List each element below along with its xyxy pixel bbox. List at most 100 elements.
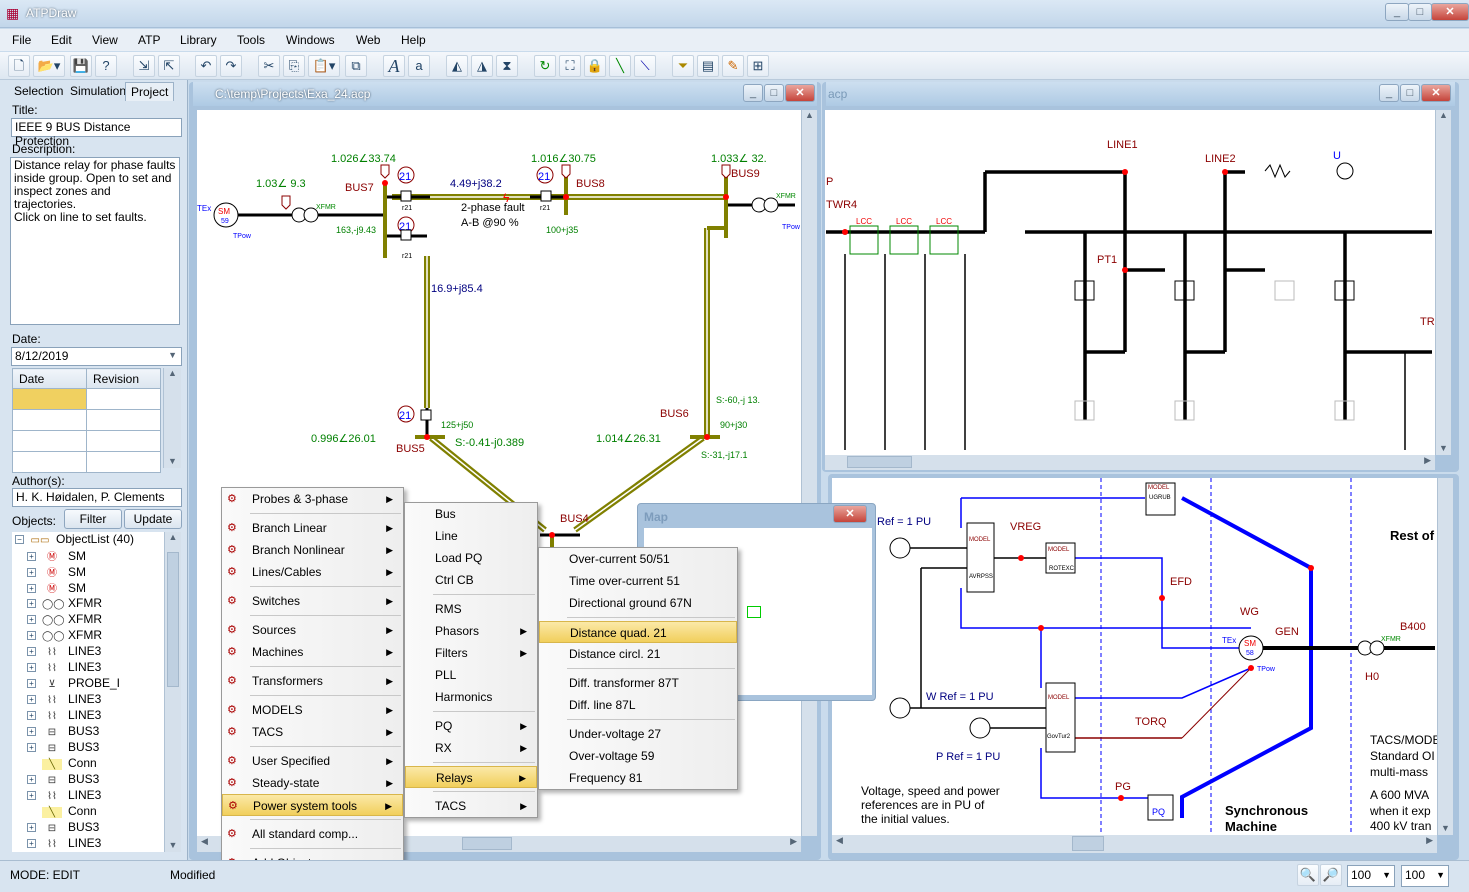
tree-item[interactable]: + ⊻ PROBE_I bbox=[27, 676, 120, 692]
menu-item-switches[interactable]: ⚙ Switches ▶ bbox=[222, 590, 403, 612]
expand-icon[interactable]: + bbox=[27, 552, 36, 562]
menu-item-filters[interactable]: Filters ▶ bbox=[405, 642, 537, 664]
menu-tools[interactable]: Tools bbox=[237, 33, 265, 47]
update-button[interactable]: Update bbox=[124, 509, 182, 529]
flip-icon[interactable]: ⧗ bbox=[496, 55, 518, 77]
map-viewport[interactable] bbox=[747, 606, 761, 618]
expand-icon[interactable]: + bbox=[27, 631, 36, 641]
label-icon[interactable]: a bbox=[408, 55, 430, 77]
menu-item-distance-circl-21[interactable]: Distance circl. 21 bbox=[539, 643, 737, 665]
menu-item-machines[interactable]: ⚙ Machines ▶ bbox=[222, 641, 403, 663]
lock-icon[interactable]: 🔒 bbox=[584, 55, 606, 77]
tree-item[interactable]: + ⌇⌇ LINE3 bbox=[27, 788, 101, 804]
redo-icon[interactable]: ↷ bbox=[220, 55, 242, 77]
tree-item[interactable]: + ⊟ BUS3 bbox=[27, 740, 99, 756]
tree-item[interactable]: + ◯◯ XFMR bbox=[27, 628, 102, 644]
expand-icon[interactable]: + bbox=[27, 647, 36, 657]
plot-icon[interactable]: ▤ bbox=[697, 55, 719, 77]
tree-item[interactable]: + Ⓜ SM bbox=[27, 564, 86, 580]
tree-item[interactable]: ╲ Conn bbox=[27, 756, 97, 772]
chevron-down-icon[interactable]: ▼ bbox=[1382, 870, 1391, 880]
new-icon[interactable]: 🗋 bbox=[8, 55, 30, 77]
select-all-icon[interactable]: ⛶ bbox=[559, 55, 581, 77]
menu-item-directional-ground-67n[interactable]: Directional ground 67N bbox=[539, 592, 737, 614]
table-row[interactable] bbox=[12, 409, 161, 431]
menu-item-lines-cables[interactable]: ⚙ Lines/Cables ▶ bbox=[222, 561, 403, 583]
menu-item-distance-quad-21[interactable]: Distance quad. 21 bbox=[539, 621, 737, 643]
menu-web[interactable]: Web bbox=[356, 33, 380, 47]
menu-item-all-standard-comp[interactable]: ⚙ All standard comp... bbox=[222, 823, 403, 845]
menu-item-over-voltage-59[interactable]: Over-voltage 59 bbox=[539, 745, 737, 767]
copy-icon[interactable]: ⎘ bbox=[283, 55, 305, 77]
expand-icon[interactable]: + bbox=[27, 679, 36, 689]
expand-icon[interactable]: + bbox=[27, 775, 36, 785]
menu-help[interactable]: Help bbox=[401, 33, 426, 47]
window-maximize-button[interactable]: □ bbox=[764, 84, 784, 102]
wizard-icon[interactable]: ✎ bbox=[722, 55, 744, 77]
menu-item-tacs[interactable]: TACS ▶ bbox=[405, 795, 537, 817]
text-icon[interactable]: A bbox=[383, 55, 405, 77]
column-header-date[interactable]: Date bbox=[12, 368, 87, 389]
menu-item-over-current-50-51[interactable]: Over-current 50/51 bbox=[539, 548, 737, 570]
maximize-button[interactable]: □ bbox=[1408, 3, 1432, 21]
menu-item-relays[interactable]: Relays ▶ bbox=[405, 766, 537, 788]
refresh-icon[interactable]: ↻ bbox=[534, 55, 556, 77]
menu-item-probes-3-phase[interactable]: ⚙ Probes & 3-phase ▶ bbox=[222, 488, 403, 510]
tower-vertical-scrollbar[interactable]: ▲ ▼ bbox=[1435, 110, 1451, 455]
expand-icon[interactable]: + bbox=[27, 599, 36, 609]
tree-item[interactable]: ╲ Conn bbox=[27, 804, 97, 820]
menu-item-load-pq[interactable]: Load PQ bbox=[405, 547, 537, 569]
description-textarea[interactable]: Distance relay for phase faults inside g… bbox=[10, 157, 180, 325]
close-button[interactable]: ✕ bbox=[1431, 3, 1469, 21]
filter-button[interactable]: Filter bbox=[64, 509, 122, 529]
menu-item-line[interactable]: Line bbox=[405, 525, 537, 547]
duplicate-icon[interactable]: ⧉ bbox=[345, 55, 367, 77]
expand-icon[interactable]: + bbox=[27, 743, 36, 753]
tree-item[interactable]: + ⌇⌇ LINE3 bbox=[27, 644, 101, 660]
authors-input[interactable]: H. K. Høidalen, P. Clements bbox=[12, 488, 182, 507]
circuit-canvas-machine[interactable]: MODEL MODEL MODEL MODEL AVRPSS ROTEXC UGRUB Go… bbox=[832, 478, 1437, 835]
tree-item[interactable]: + ⊟ BUS3 bbox=[27, 820, 99, 836]
zoom-out-icon[interactable]: 🔍 bbox=[1297, 864, 1319, 886]
menu-item-bus[interactable]: Bus bbox=[405, 503, 537, 525]
tree-item[interactable]: + ◯◯ XFMR bbox=[27, 596, 102, 612]
column-header-revision[interactable]: Revision bbox=[86, 368, 161, 389]
tree-item[interactable]: + Ⓜ SM bbox=[27, 580, 86, 596]
table-row[interactable] bbox=[12, 451, 161, 473]
menu-item-diff-line-87l[interactable]: Diff. line 87L bbox=[539, 694, 737, 716]
expand-icon[interactable]: + bbox=[27, 727, 36, 737]
menu-windows[interactable]: Windows bbox=[286, 33, 335, 47]
menu-file[interactable]: File bbox=[12, 33, 31, 47]
tab-project[interactable]: Project bbox=[125, 82, 175, 101]
expand-icon[interactable]: + bbox=[27, 615, 36, 625]
cut-icon[interactable]: ✂ bbox=[258, 55, 280, 77]
collapse-icon[interactable]: − bbox=[15, 535, 24, 545]
import-icon[interactable]: ⇲ bbox=[133, 55, 155, 77]
object-tree-scrollbar[interactable]: ▲ ▼ bbox=[164, 532, 181, 852]
tree-item[interactable]: + ⌇⌇ LINE3 bbox=[27, 836, 101, 852]
expand-icon[interactable]: + bbox=[27, 823, 36, 833]
menu-item-user-specified[interactable]: ⚙ User Specified ▶ bbox=[222, 750, 403, 772]
tower-horizontal-scrollbar[interactable]: ▶ bbox=[825, 455, 1435, 470]
menu-item-steady-state[interactable]: ⚙ Steady-state ▶ bbox=[222, 772, 403, 794]
paste-icon[interactable]: 📋▾ bbox=[308, 55, 340, 77]
menu-edit[interactable]: Edit bbox=[51, 33, 72, 47]
menu-item-frequency-81[interactable]: Frequency 81 bbox=[539, 767, 737, 789]
expand-icon[interactable]: + bbox=[27, 663, 36, 673]
window-maximize-button[interactable]: □ bbox=[1400, 84, 1420, 102]
machine-horizontal-scrollbar[interactable]: ◀ ▶ bbox=[832, 835, 1437, 853]
line-icon[interactable]: ╲ bbox=[609, 55, 631, 77]
menu-item-ctrl-cb[interactable]: Ctrl CB bbox=[405, 569, 537, 591]
rotate-right-icon[interactable]: ◮ bbox=[471, 55, 493, 77]
window-minimize-button[interactable]: _ bbox=[743, 84, 763, 102]
expand-icon[interactable]: + bbox=[27, 695, 36, 705]
main-vertical-scrollbar[interactable]: ▲ bbox=[801, 110, 817, 836]
open-icon[interactable]: 📂▾ bbox=[33, 55, 65, 77]
machine-vertical-scrollbar[interactable]: ▼ bbox=[1437, 478, 1453, 835]
save-as-icon[interactable]: ? bbox=[95, 55, 117, 77]
menu-item-tacs[interactable]: ⚙ TACS ▶ bbox=[222, 721, 403, 743]
menu-item-diff-transformer-87t[interactable]: Diff. transformer 87T bbox=[539, 672, 737, 694]
circuit-canvas-tower[interactable]: LINE1 LINE2 U P TWR4 PT1 TR LCC LCC LCC bbox=[825, 110, 1435, 455]
menu-item-pq[interactable]: PQ ▶ bbox=[405, 715, 537, 737]
chevron-down-icon[interactable]: ▼ bbox=[1436, 870, 1445, 880]
